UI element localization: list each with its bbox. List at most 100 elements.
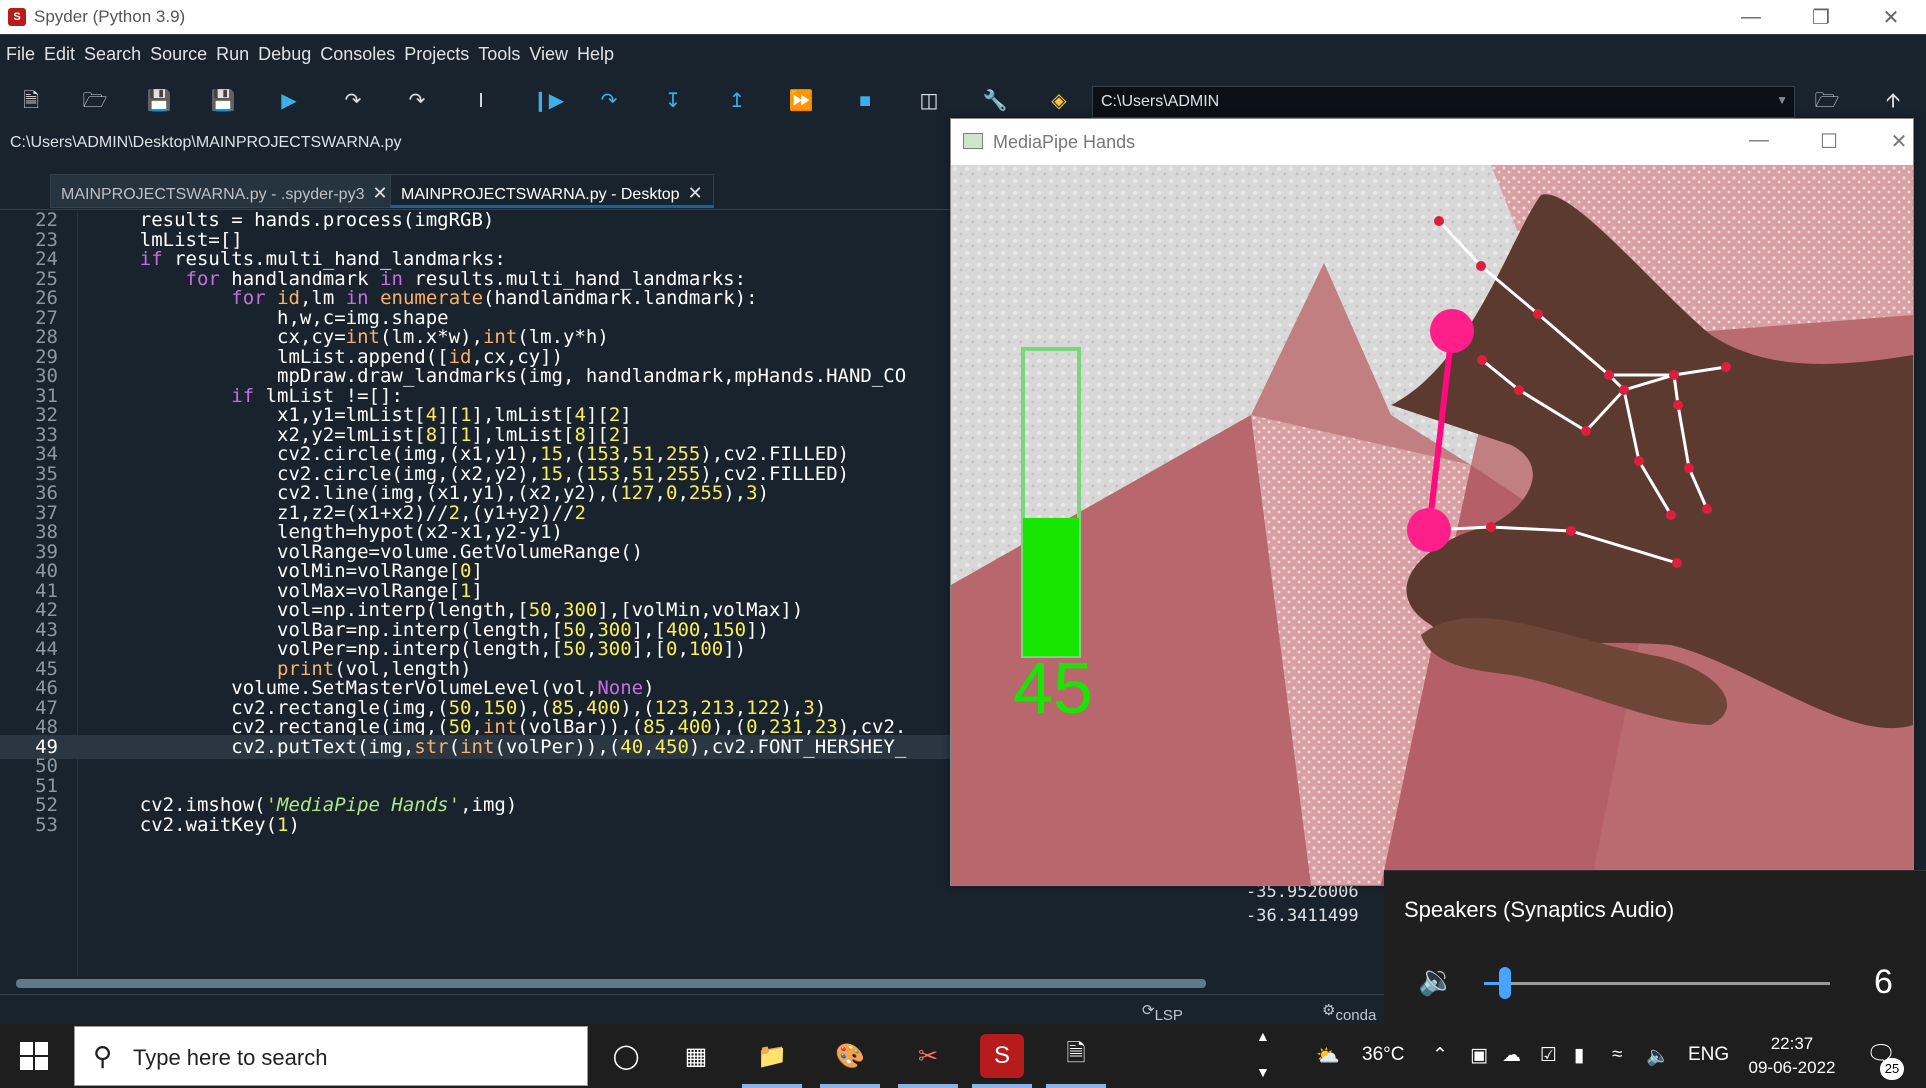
new-file-icon[interactable]: 🗎: [18, 88, 44, 114]
window-titlebar: S Spyder (Python 3.9) — ❐ ✕: [0, 0, 1926, 34]
close-icon[interactable]: ✕: [1879, 129, 1919, 154]
stop-icon[interactable]: ■: [852, 88, 878, 114]
run-selection-icon[interactable]: I: [468, 88, 494, 114]
menu-help[interactable]: Help: [577, 44, 614, 65]
continue-icon[interactable]: ⏩: [788, 88, 814, 114]
run-cell-icon[interactable]: ↷: [340, 88, 366, 114]
chevron-down-icon[interactable]: ▼: [1776, 93, 1788, 107]
debug-icon[interactable]: ❙▶: [532, 88, 564, 114]
menu-search[interactable]: Search: [84, 44, 141, 65]
cortana-icon[interactable]: ◯: [604, 1034, 648, 1078]
volume-tray-icon[interactable]: 🔈: [1646, 1044, 1670, 1068]
window-title: Spyder (Python 3.9): [34, 7, 186, 26]
python-path-icon[interactable]: ◈: [1046, 88, 1072, 114]
tab-spyder-py3[interactable]: MAINPROJECTSWARNA.py - .spyder-py3 ✕: [50, 174, 399, 208]
mediapipe-title: MediaPipe Hands: [993, 132, 1136, 152]
menu-run[interactable]: Run: [216, 44, 249, 65]
wifi-icon[interactable]: ≈: [1612, 1044, 1622, 1066]
editor-tabbar: MAINPROJECTSWARNA.py - .spyder-py3 ✕ MAIN…: [0, 170, 952, 364]
menu-edit[interactable]: Edit: [44, 44, 75, 65]
search-icon: ⚲: [93, 1041, 113, 1071]
editor-horizontal-scrollbar[interactable]: [8, 976, 1208, 990]
code-line[interactable]: 53 cv2.waitKey(1): [0, 813, 952, 837]
file-explorer-icon[interactable]: 📁: [750, 1034, 794, 1078]
show-hidden-icons-icon[interactable]: ⌃: [1432, 1044, 1448, 1067]
clock-date: 09-06-2022: [1748, 1058, 1836, 1077]
volume-level-value: 6: [1874, 963, 1893, 1001]
step-return-icon[interactable]: ↥: [724, 88, 750, 114]
code-editor[interactable]: 22 results = hands.process(imgRGB) 23 lmL…: [0, 212, 952, 976]
snipping-tool-icon[interactable]: ✂: [906, 1034, 950, 1078]
lsp-status: ⟳ LSP Python: ready: [1142, 1001, 1205, 1058]
volume-flyout: Speakers (Synaptics Audio) 🔉 6: [1384, 870, 1926, 1024]
scrollbar-thumb[interactable]: [16, 979, 1206, 988]
close-icon[interactable]: ✕: [1856, 0, 1926, 34]
working-directory-value: C:\Users\ADMIN: [1101, 93, 1220, 110]
speaker-icon[interactable]: 🔉: [1418, 963, 1455, 998]
minimize-icon[interactable]: —: [1739, 129, 1779, 152]
code-text: cv2.waitKey(1): [94, 813, 300, 836]
weather-temp[interactable]: 36°C: [1362, 1044, 1404, 1066]
step-into-icon[interactable]: ↧: [660, 88, 686, 114]
menu-projects[interactable]: Projects: [404, 44, 469, 65]
window-icon: [963, 133, 983, 149]
browse-folder-icon[interactable]: 🗁: [1814, 88, 1840, 114]
line-number: 53: [35, 813, 58, 836]
menu-source[interactable]: Source: [150, 44, 207, 65]
audio-device-name[interactable]: Speakers (Synaptics Audio): [1404, 897, 1674, 923]
tab-label: MAINPROJECTSWARNA.py - Desktop: [401, 186, 680, 203]
tab-desktop[interactable]: MAINPROJECTSWARNA.py - Desktop ✕: [390, 174, 714, 208]
notepad-icon[interactable]: 🗎: [1054, 1034, 1098, 1078]
run-icon[interactable]: ▶: [276, 88, 302, 114]
working-directory-combo[interactable]: C:\Users\ADMIN ▼: [1092, 86, 1795, 118]
battery-icon[interactable]: ▮: [1574, 1044, 1584, 1067]
tab-label: MAINPROJECTSWARNA.py - .spyder-py3: [61, 186, 365, 203]
minimize-icon[interactable]: —: [1716, 0, 1786, 34]
windows-start-icon[interactable]: [20, 1042, 48, 1070]
maximize-icon[interactable]: ☐: [1809, 129, 1849, 154]
security-icon[interactable]: ☑: [1540, 1044, 1557, 1067]
taskbar-search-box[interactable]: ⚲ Type here to search: [74, 1026, 588, 1086]
save-all-icon[interactable]: 💾: [210, 88, 236, 114]
menu-view[interactable]: View: [529, 44, 568, 65]
menubar: File Edit Search Source Run Debug Consol…: [0, 34, 1926, 74]
mediapipe-hands-window: MediaPipe Hands — ☐ ✕ 45: [950, 118, 1914, 886]
task-view-icon[interactable]: ▦: [674, 1034, 718, 1078]
wrench-icon[interactable]: 🔧: [982, 88, 1008, 114]
menu-file[interactable]: File: [6, 44, 35, 65]
tray-scroll-down-icon[interactable]: ▼: [1256, 1064, 1270, 1080]
close-tab-icon[interactable]: ✕: [688, 183, 703, 203]
maximize-pane-icon[interactable]: ◫: [916, 88, 942, 114]
paint-icon[interactable]: 🎨: [828, 1034, 872, 1078]
close-tab-icon[interactable]: ✕: [372, 183, 387, 203]
conda-status: ⚙ conda: [1322, 1002, 1377, 1024]
taskbar-clock[interactable]: 22:37 09-06-2022: [1742, 1032, 1842, 1080]
parent-directory-icon[interactable]: 🡩: [1880, 88, 1906, 114]
meet-now-icon[interactable]: ▣: [1470, 1044, 1488, 1067]
weather-icon[interactable]: ⛅: [1316, 1044, 1340, 1068]
spyder-taskbar-icon[interactable]: S: [980, 1034, 1024, 1078]
ipython-console-output: -35.9526006 -36.3411499: [1246, 880, 1386, 970]
right-pane-edge: [1914, 118, 1926, 878]
conda-status-text: conda: [1335, 1007, 1377, 1024]
windows-taskbar: ⚲ Type here to search ◯ ▦ 📁 🎨 ✂ S 🗎 ▲ ▼ …: [0, 1024, 1926, 1088]
run-cell-advance-icon[interactable]: ↷: [404, 88, 430, 114]
menu-tools[interactable]: Tools: [478, 44, 520, 65]
mediapipe-titlebar: MediaPipe Hands — ☐ ✕: [951, 119, 1913, 165]
volume-slider-track[interactable]: [1484, 982, 1830, 985]
tray-scroll-up-icon[interactable]: ▲: [1256, 1028, 1270, 1044]
step-icon[interactable]: ↷: [596, 88, 622, 114]
restore-icon[interactable]: ❐: [1786, 0, 1856, 34]
menu-debug[interactable]: Debug: [258, 44, 311, 65]
onedrive-icon[interactable]: ☁: [1502, 1044, 1521, 1067]
active-app-indicator: [820, 1084, 880, 1088]
search-placeholder: Type here to search: [133, 1045, 328, 1070]
volume-slider-thumb[interactable]: [1498, 967, 1511, 999]
open-folder-icon[interactable]: 🗁: [82, 88, 108, 114]
menu-consoles[interactable]: Consoles: [320, 44, 395, 65]
language-indicator[interactable]: ENG: [1688, 1044, 1729, 1066]
spyder-app-icon: S: [8, 8, 26, 26]
save-icon[interactable]: 💾: [146, 88, 172, 114]
console-line: -36.3411499: [1246, 906, 1359, 926]
notification-center-icon[interactable]: 🗨 25: [1866, 1040, 1904, 1080]
